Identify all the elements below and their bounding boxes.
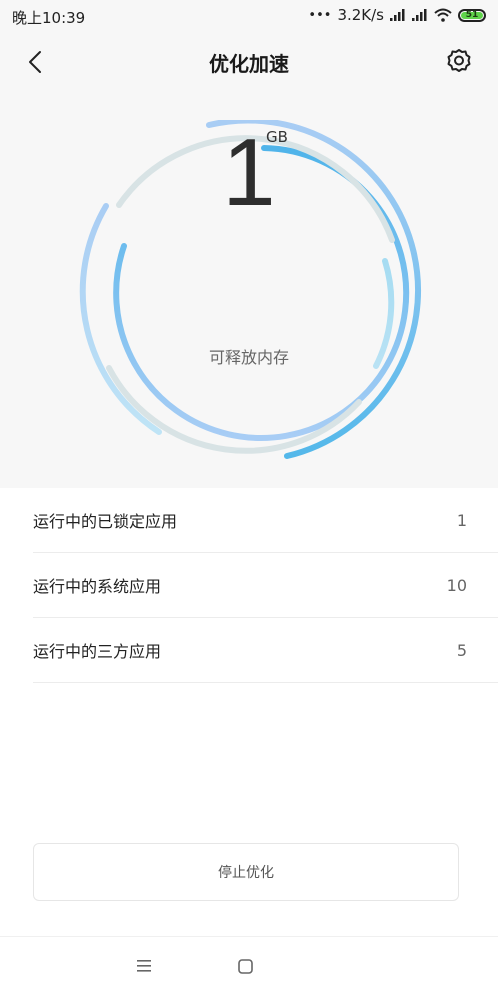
list-item-label: 运行中的系统应用 xyxy=(33,577,162,596)
status-icons: ••• 3.2K/s 51 xyxy=(308,6,486,24)
settings-button[interactable] xyxy=(444,46,474,76)
list-item-third-party-apps[interactable]: 运行中的三方应用 5 xyxy=(33,618,498,683)
list-item-locked-apps[interactable]: 运行中的已锁定应用 1 xyxy=(33,488,498,553)
signal-icon xyxy=(390,9,405,21)
memory-unit: GB xyxy=(266,128,288,146)
gear-icon xyxy=(447,49,471,72)
network-speed: 3.2K/s xyxy=(337,6,384,24)
page-title: 优化加速 xyxy=(209,52,289,76)
list-item-system-apps[interactable]: 运行中的系统应用 10 xyxy=(33,553,498,618)
list-item-count: 5 xyxy=(456,640,467,660)
list-item-count: 10 xyxy=(446,575,467,595)
memory-value-wrapper: 1 xyxy=(0,125,498,221)
navigation-bar xyxy=(0,936,498,997)
home-icon[interactable] xyxy=(238,959,253,974)
battery-level: 51 xyxy=(465,10,479,20)
signal-icon xyxy=(412,9,427,21)
battery-icon: 51 xyxy=(458,8,486,22)
wifi-icon xyxy=(434,8,452,22)
status-bar: 晚上10:39 ••• 3.2K/s 51 xyxy=(0,0,498,32)
running-apps-list: 运行中的已锁定应用 1 运行中的系统应用 10 运行中的三方应用 5 xyxy=(0,488,498,683)
status-time: 晚上10:39 xyxy=(12,9,86,27)
list-item-label: 运行中的三方应用 xyxy=(33,642,162,661)
dots-icon: ••• xyxy=(308,7,332,23)
header: 优化加速 xyxy=(0,38,498,88)
memory-label: 可释放内存 xyxy=(208,348,289,367)
list-item-count: 1 xyxy=(456,510,467,530)
menu-icon[interactable] xyxy=(136,959,152,973)
list-item-label: 运行中的已锁定应用 xyxy=(33,512,178,531)
stop-optimize-button[interactable]: 停止优化 xyxy=(33,843,459,901)
